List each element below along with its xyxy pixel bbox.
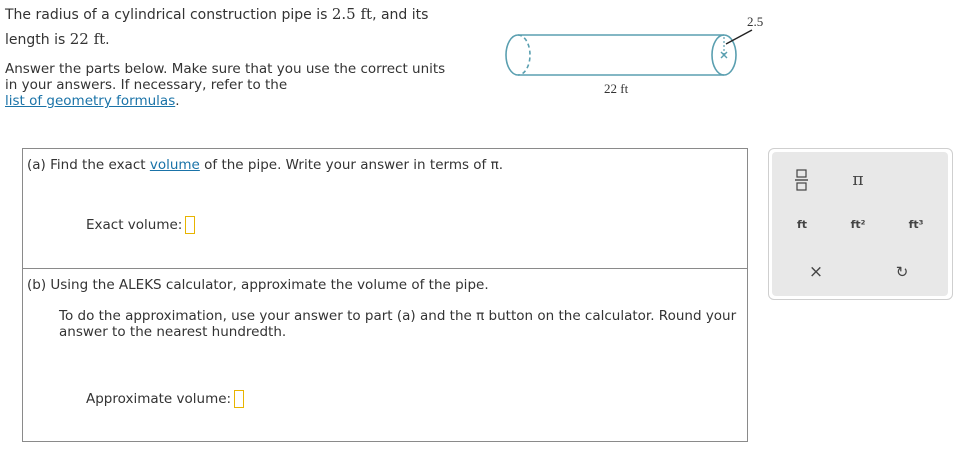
volume-link[interactable]: volume xyxy=(150,157,200,173)
palette-panel: π ft ft² ft³ × ↻ xyxy=(772,152,948,296)
close-icon: × xyxy=(808,262,824,282)
approximate-volume-label: Approximate volume: xyxy=(86,391,232,407)
approximate-volume-row: Approximate volume: xyxy=(86,390,245,408)
approximate-volume-input[interactable] xyxy=(234,390,245,408)
undo-button[interactable]: ↻ xyxy=(868,254,936,290)
radius-value: 2.5 ft xyxy=(331,5,373,23)
geometry-formulas-link[interactable]: list of geometry formulas xyxy=(5,93,175,109)
ft-button[interactable]: ft xyxy=(782,204,822,244)
clear-button[interactable]: × xyxy=(782,254,850,290)
exact-volume-row: Exact volume: xyxy=(86,216,196,234)
cylinder-diagram: 2.5 ft 22 ft xyxy=(505,14,764,96)
ft-cubed-button[interactable]: ft³ xyxy=(896,204,936,244)
problem-statement: The radius of a cylindrical construction… xyxy=(5,2,455,52)
question-divider xyxy=(22,268,748,269)
left-end-front xyxy=(505,34,519,76)
fraction-button[interactable] xyxy=(782,160,822,200)
radius-label: 2.5 ft xyxy=(747,14,764,29)
part-a-prompt: (a) Find the exact volume of the pipe. W… xyxy=(27,157,504,173)
part-b-prompt: (b) Using the ALEKS calculator, approxim… xyxy=(27,277,737,340)
fraction-icon xyxy=(795,169,808,191)
problem-line-1: The radius of a cylindrical construction… xyxy=(5,5,429,23)
exact-volume-label: Exact volume: xyxy=(86,217,183,233)
instructions: Answer the parts below. Make sure that y… xyxy=(5,61,446,109)
problem-line-2: length is 22 ft. xyxy=(5,30,110,48)
pi-button[interactable]: π xyxy=(838,160,878,200)
length-value: 22 ft xyxy=(69,30,106,48)
undo-icon: ↻ xyxy=(895,263,909,281)
left-end-back xyxy=(517,34,531,76)
exact-volume-input[interactable] xyxy=(185,216,196,234)
ft-squared-button[interactable]: ft² xyxy=(838,204,878,244)
length-label: 22 ft xyxy=(604,81,629,96)
